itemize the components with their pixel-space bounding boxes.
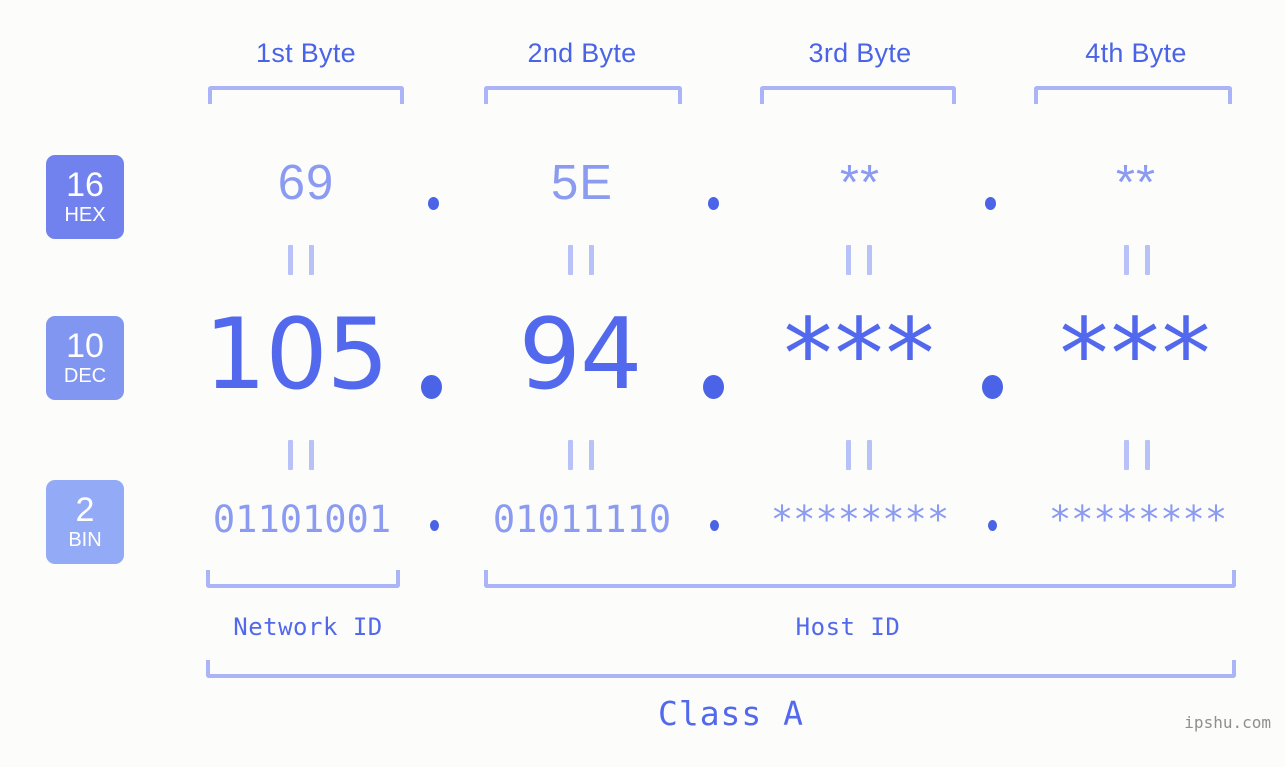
hex-byte-2: 5E (551, 156, 613, 210)
base-badge-bin-number: 2 (75, 490, 95, 529)
equals-icon-hex-dec-2 (568, 245, 594, 275)
dec-separator-dot-3 (982, 375, 1003, 399)
bin-separator-dot-3 (988, 520, 997, 531)
hex-byte-1: 69 (277, 156, 335, 210)
hex-byte-4: ** (1115, 156, 1157, 210)
dec-separator-dot-2 (703, 375, 724, 399)
network-id-bracket-icon (206, 570, 400, 588)
class-bracket-icon (206, 660, 1236, 678)
equals-icon-hex-dec-4 (1124, 245, 1150, 275)
host-id-bracket-icon (484, 570, 1236, 588)
equals-icon-dec-bin-2 (568, 440, 594, 470)
byte-bracket-3-icon (760, 86, 956, 104)
host-id-label: Host ID (795, 613, 901, 641)
bin-byte-3: ******** (770, 498, 950, 541)
watermark: ipshu.com (1184, 713, 1271, 732)
base-badge-bin-abbr: BIN (68, 528, 102, 551)
equals-icon-dec-bin-1 (288, 440, 314, 470)
base-badge-hex-abbr: HEX (64, 203, 106, 226)
equals-icon-hex-dec-3 (846, 245, 872, 275)
byte-header-4: 4th Byte (1085, 38, 1187, 68)
equals-icon-hex-dec-1 (288, 245, 314, 275)
byte-header-1: 1st Byte (256, 38, 356, 68)
dec-byte-2: 94 (518, 298, 643, 412)
class-label: Class A (657, 694, 805, 733)
network-id-label: Network ID (233, 613, 383, 641)
byte-header-2: 2nd Byte (527, 38, 637, 68)
byte-header-3: 3rd Byte (808, 38, 912, 68)
byte-bracket-2-icon (484, 86, 682, 104)
dec-byte-3: *** (783, 298, 937, 412)
bin-byte-1: 01101001 (212, 498, 392, 541)
byte-bracket-4-icon (1034, 86, 1232, 104)
equals-icon-dec-bin-3 (846, 440, 872, 470)
hex-separator-dot-3 (985, 197, 996, 210)
base-badge-hex-number: 16 (66, 165, 104, 204)
bin-separator-dot-1 (430, 520, 439, 531)
hex-separator-dot-2 (708, 197, 719, 210)
dec-byte-4: *** (1059, 298, 1213, 412)
ip-address-breakdown-diagram: 1st Byte 2nd Byte 3rd Byte 4th Byte 16 H… (0, 0, 1285, 767)
equals-icon-dec-bin-4 (1124, 440, 1150, 470)
byte-bracket-1-icon (208, 86, 404, 104)
dec-separator-dot-1 (421, 375, 442, 399)
base-badge-dec-abbr: DEC (63, 364, 107, 387)
dec-byte-1: 105 (203, 298, 389, 412)
bin-byte-2: 01011110 (492, 498, 672, 541)
base-badge-dec: 10 DEC (46, 316, 124, 400)
hex-separator-dot-1 (428, 197, 439, 210)
bin-separator-dot-2 (710, 520, 719, 531)
base-badge-hex: 16 HEX (46, 155, 124, 239)
base-badge-dec-number: 10 (66, 326, 104, 365)
base-badge-bin: 2 BIN (46, 480, 124, 564)
hex-byte-3: ** (839, 156, 881, 210)
bin-byte-4: ******** (1048, 498, 1228, 541)
